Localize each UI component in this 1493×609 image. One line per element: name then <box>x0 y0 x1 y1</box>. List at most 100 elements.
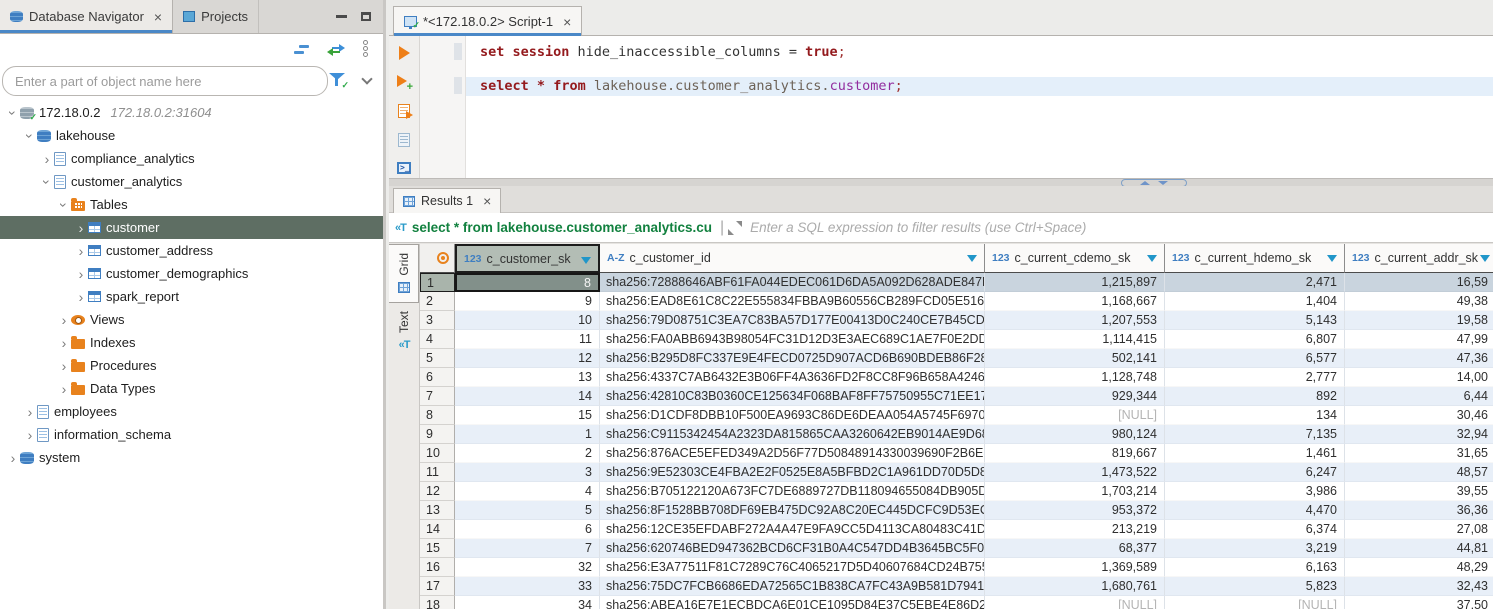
grid-cell-c_current_cdemo_sk[interactable]: 1,215,897 <box>985 273 1165 292</box>
grid-cell-c_customer_sk[interactable]: 1 <box>455 425 600 444</box>
grid-cell-c_customer_sk[interactable]: 3 <box>455 463 600 482</box>
chevron-expanded-icon[interactable]: › <box>39 175 55 189</box>
tab-grid-view[interactable]: Grid <box>389 244 419 303</box>
column-header-c_current_hdemo_sk[interactable]: 123c_current_hdemo_sk <box>1165 244 1345 273</box>
tab-results-1[interactable]: Results 1 × <box>393 188 501 213</box>
grid-cell-c_customer_sk[interactable]: 14 <box>455 387 600 406</box>
collapse-up-icon[interactable] <box>1140 181 1150 185</box>
chevron-collapsed-icon[interactable]: › <box>40 151 54 167</box>
table-row[interactable]: 815sha256:D1CDF8DBB10F500EA9693C86DE6DEA… <box>420 406 1493 425</box>
table-row[interactable]: 411sha256:FA0ABB6943B98054FC31D12D3E3AEC… <box>420 330 1493 349</box>
tree-item-views[interactable]: ›Views <box>0 308 383 331</box>
row-number-cell[interactable]: 9 <box>420 425 455 444</box>
row-number-cell[interactable]: 16 <box>420 558 455 577</box>
tree-item-172-18-0-2[interactable]: ›172.18.0.2172.18.0.2:31604 <box>0 101 383 124</box>
column-menu-arrow-icon[interactable] <box>1480 255 1490 262</box>
grid-cell-c_current_hdemo_sk[interactable]: 2,777 <box>1165 368 1345 387</box>
grid-cell-c_customer_id[interactable]: sha256:ABEA16E7E1ECBDCA6E01CE1095D84E37C… <box>600 596 985 609</box>
chevron-collapsed-icon[interactable]: › <box>57 358 71 374</box>
sql-line-1[interactable]: set session hide_inaccessible_columns = … <box>466 43 1493 62</box>
row-number-cell[interactable]: 12 <box>420 482 455 501</box>
grid-cell-c_current_addr_sk[interactable]: 44,81 <box>1345 539 1493 558</box>
chevron-collapsed-icon[interactable]: › <box>6 450 20 466</box>
grid-cell-c_current_cdemo_sk[interactable]: 819,667 <box>985 444 1165 463</box>
table-row[interactable]: 18sha256:72888646ABF61FA044EDEC061D6DA5A… <box>420 273 1493 292</box>
sql-code-area[interactable]: set session hide_inaccessible_columns = … <box>466 36 1493 178</box>
grid-cell-c_customer_id[interactable]: sha256:876ACE5EFED349A2D56F77D5084891433… <box>600 444 985 463</box>
row-number-cell[interactable]: 18 <box>420 596 455 609</box>
grid-cell-c_current_hdemo_sk[interactable]: 134 <box>1165 406 1345 425</box>
chevron-collapsed-icon[interactable]: › <box>23 404 37 420</box>
column-menu-arrow-icon[interactable] <box>1327 255 1337 262</box>
grid-cell-c_customer_sk[interactable]: 32 <box>455 558 600 577</box>
column-menu-arrow-icon[interactable] <box>967 255 977 262</box>
table-row[interactable]: 512sha256:B295D8FC337E9E4FECD0725D907ACD… <box>420 349 1493 368</box>
grid-cell-c_current_addr_sk[interactable]: 39,55 <box>1345 482 1493 501</box>
grid-cell-c_current_addr_sk[interactable]: 47,99 <box>1345 330 1493 349</box>
grid-cell-c_current_addr_sk[interactable]: 48,29 <box>1345 558 1493 577</box>
tab-projects[interactable]: Projects <box>173 0 259 33</box>
collapse-all-icon[interactable] <box>294 44 309 55</box>
table-row[interactable]: 146sha256:12CE35EFDABF272A4A47E9FA9CC5D4… <box>420 520 1493 539</box>
row-number-cell[interactable]: 7 <box>420 387 455 406</box>
row-number-cell[interactable]: 11 <box>420 463 455 482</box>
row-number-cell[interactable]: 10 <box>420 444 455 463</box>
chevron-down-icon[interactable] <box>361 73 372 84</box>
results-filter-bar[interactable]: «T select * from lakehouse.customer_anal… <box>389 213 1493 243</box>
grid-cell-c_current_hdemo_sk[interactable]: 3,986 <box>1165 482 1345 501</box>
execute-script-icon[interactable] <box>398 104 410 118</box>
table-row[interactable]: 1733sha256:75DC7FCB6686EDA72565C1B838CA7… <box>420 577 1493 596</box>
grid-cell-c_current_addr_sk[interactable]: 32,94 <box>1345 425 1493 444</box>
grid-cell-c_current_addr_sk[interactable]: 16,59 <box>1345 273 1493 292</box>
collapse-down-icon[interactable] <box>1158 181 1168 185</box>
grid-cell-c_current_addr_sk[interactable]: 48,57 <box>1345 463 1493 482</box>
tree-item-data-types[interactable]: ›Data Types <box>0 377 383 400</box>
chevron-collapsed-icon[interactable]: › <box>74 220 88 236</box>
grid-cell-c_current_addr_sk[interactable]: 36,36 <box>1345 501 1493 520</box>
tree-item-lakehouse[interactable]: ›lakehouse <box>0 124 383 147</box>
grid-cell-c_current_cdemo_sk[interactable]: 502,141 <box>985 349 1165 368</box>
grid-cell-c_current_hdemo_sk[interactable]: 1,461 <box>1165 444 1345 463</box>
grid-cell-c_current_addr_sk[interactable]: 30,46 <box>1345 406 1493 425</box>
grid-cell-c_customer_sk[interactable]: 15 <box>455 406 600 425</box>
grid-cell-c_customer_id[interactable]: sha256:8F1528BB708DF69EB475DC92A8C20EC44… <box>600 501 985 520</box>
grid-cell-c_customer_sk[interactable]: 4 <box>455 482 600 501</box>
grid-cell-c_customer_id[interactable]: sha256:4337C7AB6432E3B06FF4A3636FD2F8CC8… <box>600 368 985 387</box>
close-icon[interactable]: × <box>154 10 162 24</box>
grid-cell-c_current_cdemo_sk[interactable]: 213,219 <box>985 520 1165 539</box>
grid-cell-c_current_addr_sk[interactable]: 6,44 <box>1345 387 1493 406</box>
chevron-collapsed-icon[interactable]: › <box>57 312 71 328</box>
grid-cell-c_current_cdemo_sk[interactable]: 68,377 <box>985 539 1165 558</box>
grid-cell-c_current_hdemo_sk[interactable]: 6,247 <box>1165 463 1345 482</box>
chevron-expanded-icon[interactable]: › <box>56 198 72 212</box>
grid-cell-c_customer_sk[interactable]: 5 <box>455 501 600 520</box>
grid-cell-c_customer_id[interactable]: sha256:79D08751C3EA7C83BA57D177E00413D0C… <box>600 311 985 330</box>
object-search-box[interactable] <box>2 66 328 96</box>
row-number-cell[interactable]: 4 <box>420 330 455 349</box>
tree-item-information-schema[interactable]: ›information_schema <box>0 423 383 446</box>
grid-cell-c_current_hdemo_sk[interactable]: 3,219 <box>1165 539 1345 558</box>
execute-statement-icon[interactable] <box>399 46 410 60</box>
tree-item-customer-analytics[interactable]: ›customer_analytics <box>0 170 383 193</box>
grid-cell-c_current_cdemo_sk[interactable]: 1,168,667 <box>985 292 1165 311</box>
grid-cell-c_current_cdemo_sk[interactable]: [NULL] <box>985 596 1165 609</box>
maximize-icon[interactable] <box>361 12 371 21</box>
grid-cell-c_customer_id[interactable]: sha256:75DC7FCB6686EDA72565C1B838CA7FC43… <box>600 577 985 596</box>
grid-cell-c_customer_sk[interactable]: 34 <box>455 596 600 609</box>
editor-results-splitter[interactable] <box>389 178 1493 186</box>
tab-database-navigator[interactable]: Database Navigator × <box>0 0 173 33</box>
grid-cell-c_customer_id[interactable]: sha256:E3A77511F81C7289C76C4065217D5D406… <box>600 558 985 577</box>
grid-cell-c_current_hdemo_sk[interactable]: 4,470 <box>1165 501 1345 520</box>
tree-item-system[interactable]: ›system <box>0 446 383 469</box>
tree-item-procedures[interactable]: ›Procedures <box>0 354 383 377</box>
close-icon[interactable]: × <box>563 15 571 29</box>
grid-cell-c_current_cdemo_sk[interactable]: 1,369,589 <box>985 558 1165 577</box>
table-row[interactable]: 157sha256:620746BED947362BCD6CF31B0A4C54… <box>420 539 1493 558</box>
table-row[interactable]: 135sha256:8F1528BB708DF69EB475DC92A8C20E… <box>420 501 1493 520</box>
table-row[interactable]: 1834sha256:ABEA16E7E1ECBDCA6E01CE1095D84… <box>420 596 1493 609</box>
grid-cell-c_current_addr_sk[interactable]: 37,50 <box>1345 596 1493 609</box>
grid-cell-c_customer_sk[interactable]: 6 <box>455 520 600 539</box>
chevron-expanded-icon[interactable]: › <box>22 129 38 143</box>
grid-cell-c_current_cdemo_sk[interactable]: 953,372 <box>985 501 1165 520</box>
grid-cell-c_customer_id[interactable]: sha256:EAD8E61C8C22E555834FBBA9B60556CB2… <box>600 292 985 311</box>
